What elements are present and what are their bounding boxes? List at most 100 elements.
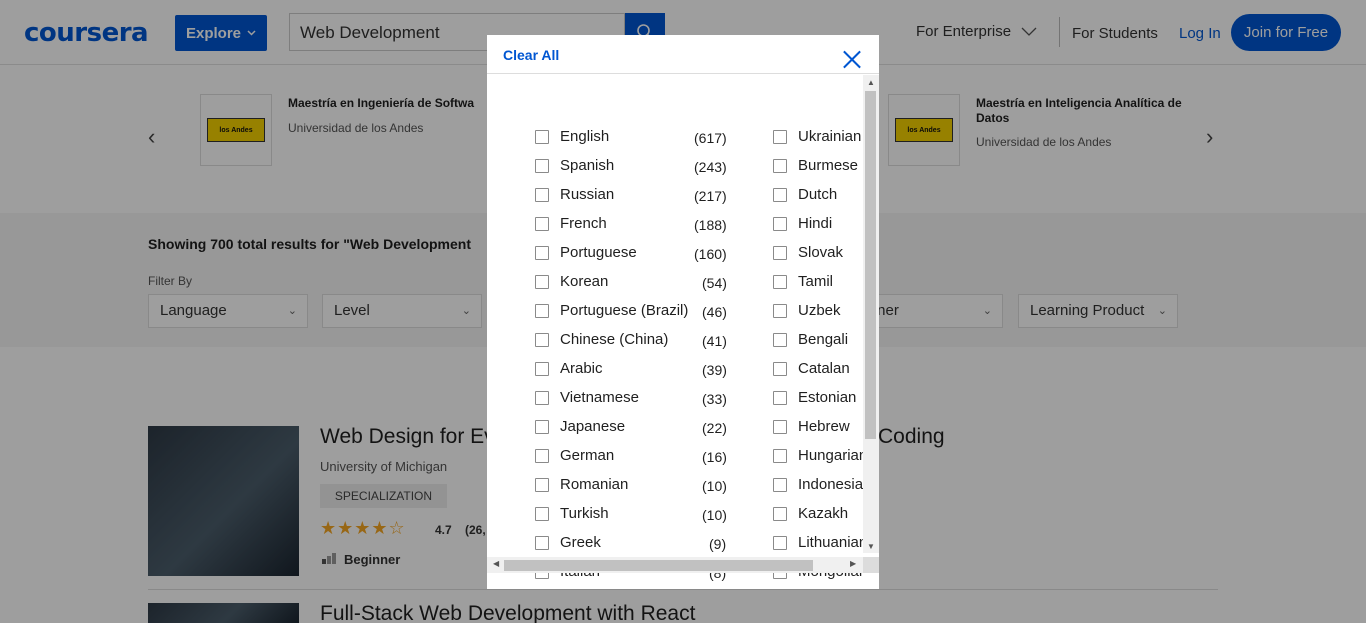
- language-name: English: [560, 128, 610, 145]
- language-option[interactable]: Kazakh: [773, 499, 848, 528]
- language-option[interactable]: Spanish: [535, 151, 614, 180]
- language-checkbox[interactable]: [773, 390, 787, 405]
- language-checkbox[interactable]: [535, 129, 549, 144]
- vertical-scrollbar[interactable]: ▲ ▼: [863, 75, 879, 553]
- language-checkbox[interactable]: [773, 477, 787, 492]
- language-name: Slovak: [798, 244, 844, 261]
- language-checkbox[interactable]: [773, 506, 787, 521]
- language-name: German: [560, 447, 615, 464]
- language-checkbox[interactable]: [773, 303, 787, 318]
- language-checkbox[interactable]: [535, 245, 549, 260]
- language-name: Bengali: [798, 331, 849, 348]
- scrollbar-corner: [863, 557, 879, 573]
- language-checkbox[interactable]: [535, 448, 549, 463]
- language-checkbox[interactable]: [535, 361, 549, 376]
- language-name: Japanese: [560, 418, 626, 435]
- language-count: (10): [702, 507, 727, 523]
- language-checkbox[interactable]: [535, 274, 549, 289]
- language-checkbox[interactable]: [773, 535, 787, 550]
- language-checkbox[interactable]: [773, 332, 787, 347]
- modal-header: Clear All: [487, 35, 879, 74]
- vertical-scroll-thumb[interactable]: [865, 91, 876, 439]
- language-checkbox[interactable]: [773, 216, 787, 231]
- language-checkbox[interactable]: [535, 332, 549, 347]
- language-option[interactable]: English: [535, 122, 609, 151]
- language-option[interactable]: Russian: [535, 180, 614, 209]
- language-option[interactable]: Korean: [535, 267, 608, 296]
- language-checkbox[interactable]: [773, 419, 787, 434]
- language-checkbox[interactable]: [773, 158, 787, 173]
- language-name: Korean: [560, 273, 609, 290]
- language-name: Greek: [560, 534, 601, 551]
- language-name: Uzbek: [798, 302, 841, 319]
- language-filter-modal: Clear All English (617) Spanish (243) Ru…: [487, 35, 879, 589]
- language-count: (22): [702, 420, 727, 436]
- language-count: (54): [702, 275, 727, 291]
- language-count: (9): [709, 536, 727, 552]
- language-option[interactable]: French: [535, 209, 607, 238]
- clear-all-button[interactable]: Clear All: [503, 47, 559, 63]
- language-name: Hungarian: [798, 447, 863, 464]
- scroll-up-icon[interactable]: ▲: [867, 78, 875, 87]
- scroll-left-icon[interactable]: ◀: [493, 559, 499, 568]
- language-checkbox[interactable]: [535, 419, 549, 434]
- language-name: Lithuanian: [798, 534, 863, 551]
- language-option[interactable]: Chinese (China): [535, 325, 668, 354]
- language-checkbox[interactable]: [773, 274, 787, 289]
- language-option[interactable]: Greek: [535, 528, 601, 557]
- language-name: Dutch: [798, 186, 838, 203]
- language-name: Kazakh: [798, 505, 849, 522]
- language-option[interactable]: Romanian: [535, 470, 628, 499]
- language-count: (46): [702, 304, 727, 320]
- language-name: Catalan: [798, 360, 850, 377]
- language-option[interactable]: Catalan: [773, 354, 850, 383]
- language-checkbox[interactable]: [773, 245, 787, 260]
- language-options-list[interactable]: English (617) Spanish (243) Russian (217…: [487, 75, 863, 593]
- language-checkbox[interactable]: [535, 390, 549, 405]
- language-checkbox[interactable]: [535, 535, 549, 550]
- language-name: Arabic: [560, 360, 603, 377]
- horizontal-scrollbar[interactable]: ◀ ▶: [487, 557, 863, 573]
- language-option[interactable]: Indonesia: [773, 470, 863, 499]
- language-checkbox[interactable]: [773, 129, 787, 144]
- scroll-down-icon[interactable]: ▼: [867, 542, 875, 551]
- language-option[interactable]: Burmese: [773, 151, 858, 180]
- language-checkbox[interactable]: [535, 216, 549, 231]
- language-option[interactable]: Portuguese (Brazil): [535, 296, 688, 325]
- language-option[interactable]: German: [535, 441, 614, 470]
- language-name: Spanish: [560, 157, 615, 174]
- language-count: (16): [702, 449, 727, 465]
- language-checkbox[interactable]: [535, 506, 549, 521]
- language-option[interactable]: Uzbek: [773, 296, 841, 325]
- language-checkbox[interactable]: [773, 448, 787, 463]
- close-icon[interactable]: [843, 50, 861, 68]
- language-checkbox[interactable]: [773, 361, 787, 376]
- language-checkbox[interactable]: [535, 158, 549, 173]
- language-checkbox[interactable]: [535, 303, 549, 318]
- language-count: (243): [694, 159, 727, 175]
- horizontal-scroll-thumb[interactable]: [504, 560, 813, 571]
- language-count: (188): [694, 217, 727, 233]
- language-option[interactable]: Tamil: [773, 267, 833, 296]
- language-option[interactable]: Lithuanian: [773, 528, 863, 557]
- language-option[interactable]: Japanese: [535, 412, 625, 441]
- language-option[interactable]: Portuguese: [535, 238, 637, 267]
- language-option[interactable]: Turkish: [535, 499, 609, 528]
- language-option[interactable]: Hindi: [773, 209, 832, 238]
- language-option[interactable]: Vietnamese: [535, 383, 639, 412]
- language-option[interactable]: Ukrainian: [773, 122, 861, 151]
- language-checkbox[interactable]: [535, 187, 549, 202]
- language-option[interactable]: Bengali: [773, 325, 848, 354]
- language-count: (33): [702, 391, 727, 407]
- language-option[interactable]: Arabic: [535, 354, 603, 383]
- language-option[interactable]: Hebrew: [773, 412, 850, 441]
- scroll-right-icon[interactable]: ▶: [850, 559, 856, 568]
- language-option[interactable]: Slovak: [773, 238, 843, 267]
- language-option[interactable]: Dutch: [773, 180, 837, 209]
- language-name: Turkish: [560, 505, 609, 522]
- language-option[interactable]: Hungarian: [773, 441, 863, 470]
- language-option[interactable]: Estonian: [773, 383, 856, 412]
- language-checkbox[interactable]: [535, 477, 549, 492]
- language-count: (41): [702, 333, 727, 349]
- language-checkbox[interactable]: [773, 187, 787, 202]
